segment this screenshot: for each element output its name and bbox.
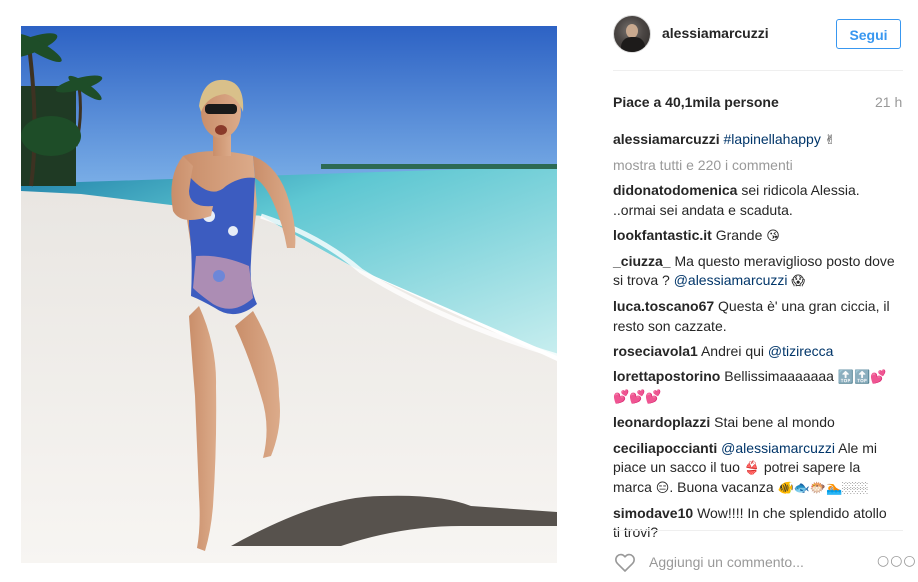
show-all-comments-link[interactable]: mostra tutti e 220 i commenti [613,156,895,175]
comments-list: alessiamarcuzzi #lapinellahappy ✌ mostra… [613,130,895,549]
post-side-panel: alessiamarcuzzi Segui Piace a 40,1mila p… [613,0,916,582]
victory-hand-icon: ✌ [824,133,836,148]
comment-username[interactable]: lookfantastic.it [613,227,712,243]
post-username[interactable]: alessiamarcuzzi [662,25,769,41]
post-photo[interactable] [21,26,557,563]
avatar-body [621,37,645,52]
comment-composer: ○○○ [613,548,916,578]
comment-item: simodave10 Wow!!!! In che splendido atol… [613,504,895,542]
follow-button[interactable]: Segui [836,19,901,49]
comment-username[interactable]: leonardoplazzi [613,414,710,430]
caption-hashtag[interactable]: #lapinellahappy [724,131,821,147]
beach-photo-illustration [21,26,557,563]
comment-username[interactable]: _ciuzza_ [613,253,671,269]
comment-text: Andrei qui [700,342,765,359]
composer-divider [613,530,903,531]
comment-text: Grande [715,226,763,243]
comment-item: ceciliapoccianti @alessiamarcuzzi Ale mi… [613,439,895,499]
more-options-icon[interactable]: ○○○ [877,553,916,569]
comment-username[interactable]: simodave10 [613,505,693,521]
comment-text: Stai bene al mondo [714,414,835,431]
post-timestamp[interactable]: 21 h [875,94,902,110]
comment-item: luca.toscano67 Questa è' una gran ciccia… [613,297,895,335]
comment-username[interactable]: roseciavola1 [613,343,698,359]
comment-item: _ciuzza_ Ma questo meraviglioso posto do… [613,252,895,291]
comment-item: leonardoplazzi Stai bene al mondo [613,413,895,432]
header-divider [613,70,903,71]
caption-username[interactable]: alessiamarcuzzi [613,131,720,147]
comment-username[interactable]: lorettapostorino [613,368,720,384]
comment-item: roseciavola1 Andrei qui @tizirecca [613,342,895,361]
comment-item: lorettapostorino Bellissimaaaaaaa 🔝🔝💕💕💕💕 [613,367,895,407]
comment-item: lookfantastic.it Grande 😘 [613,226,895,246]
comment-text-end: . Buona vacanza [669,479,774,496]
comment-mention[interactable]: @tizirecca [768,343,834,359]
fish-swimmer-emoji-icon: 🐠🐟🐡🏊🏼🏼🏼 [777,481,869,497]
scream-emoji-icon: 😱 [791,274,805,290]
avatar[interactable] [613,15,651,53]
comment-username[interactable]: luca.toscano67 [613,298,714,314]
comment-mention[interactable]: @alessiamarcuzzi [674,272,788,288]
comment-item: didonatodomenica sei ridicola Alessia. .… [613,181,895,219]
comment-username[interactable]: ceciliapoccianti [613,440,717,456]
comment-text: Bellissimaaaaaaa [724,368,834,385]
post-header: alessiamarcuzzi Segui [613,13,903,55]
likes-count[interactable]: Piace a 40,1mila persone [613,94,779,110]
comment-mention[interactable]: @alessiamarcuzzi [721,440,835,456]
kiss-emoji-icon: 😘 [766,228,780,244]
expressionless-emoji-icon: 😑 [655,481,670,497]
comment-username[interactable]: didonatodomenica [613,182,737,198]
add-comment-input[interactable] [649,551,859,573]
heart-outline-icon[interactable] [613,550,637,574]
avatar-face [626,24,638,38]
bikini-emoji-icon: 👙 [743,460,760,476]
caption: alessiamarcuzzi #lapinellahappy ✌ [613,130,895,150]
